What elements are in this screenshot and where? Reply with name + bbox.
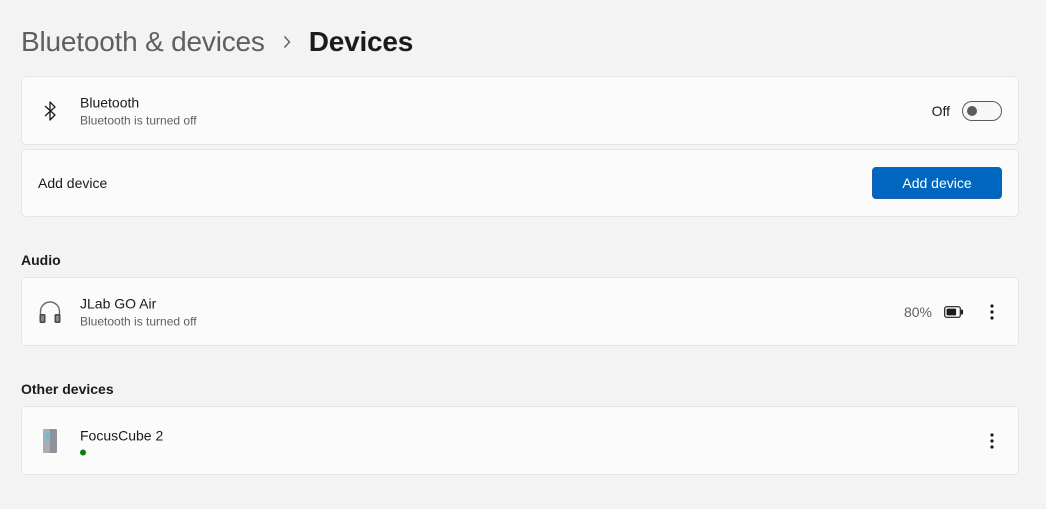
more-options-icon[interactable] [982,429,1002,453]
bluetooth-title: Bluetooth [80,94,140,110]
bluetooth-icon [36,97,64,125]
device-actions [982,429,1002,453]
breadcrumb-parent-link[interactable]: Bluetooth & devices [21,26,265,58]
add-device-card: Add device Add device [21,149,1019,217]
device-text: FocusCube 2 [80,426,163,455]
device-name: JLab GO Air [80,295,157,311]
battery-icon [944,305,964,318]
device-row[interactable]: JLab GO Air Bluetooth is turned off 80% [21,277,1019,346]
toggle-knob [967,105,977,116]
other-devices-section-heading: Other devices [21,381,114,397]
device-text: JLab GO Air Bluetooth is turned off [80,294,197,329]
bluetooth-toggle-label: Off [931,102,950,119]
bluetooth-toggle[interactable] [962,100,1002,121]
headphones-icon [36,298,64,326]
add-device-button[interactable]: Add device [872,167,1002,199]
bluetooth-card: Bluetooth Bluetooth is turned off Off [21,76,1019,145]
battery-percentage: 80% [903,303,932,320]
add-device-label: Add device [38,175,108,191]
breadcrumb: Bluetooth & devices Devices [21,22,413,62]
device-name: FocusCube 2 [80,427,164,443]
speaker-icon [36,427,64,455]
chevron-right-icon [265,35,309,49]
bluetooth-subtitle: Bluetooth is turned off [80,113,197,127]
page-title: Devices [308,26,414,57]
connected-status-dot [80,449,86,455]
device-row[interactable]: FocusCube 2 [21,406,1019,475]
device-actions: 80% [904,300,1002,324]
bluetooth-text: Bluetooth Bluetooth is turned off [80,93,197,128]
more-options-icon[interactable] [982,300,1002,324]
audio-section-heading: Audio [21,252,61,268]
bluetooth-toggle-group: Off [931,100,1002,121]
device-status: Bluetooth is turned off [80,314,197,328]
